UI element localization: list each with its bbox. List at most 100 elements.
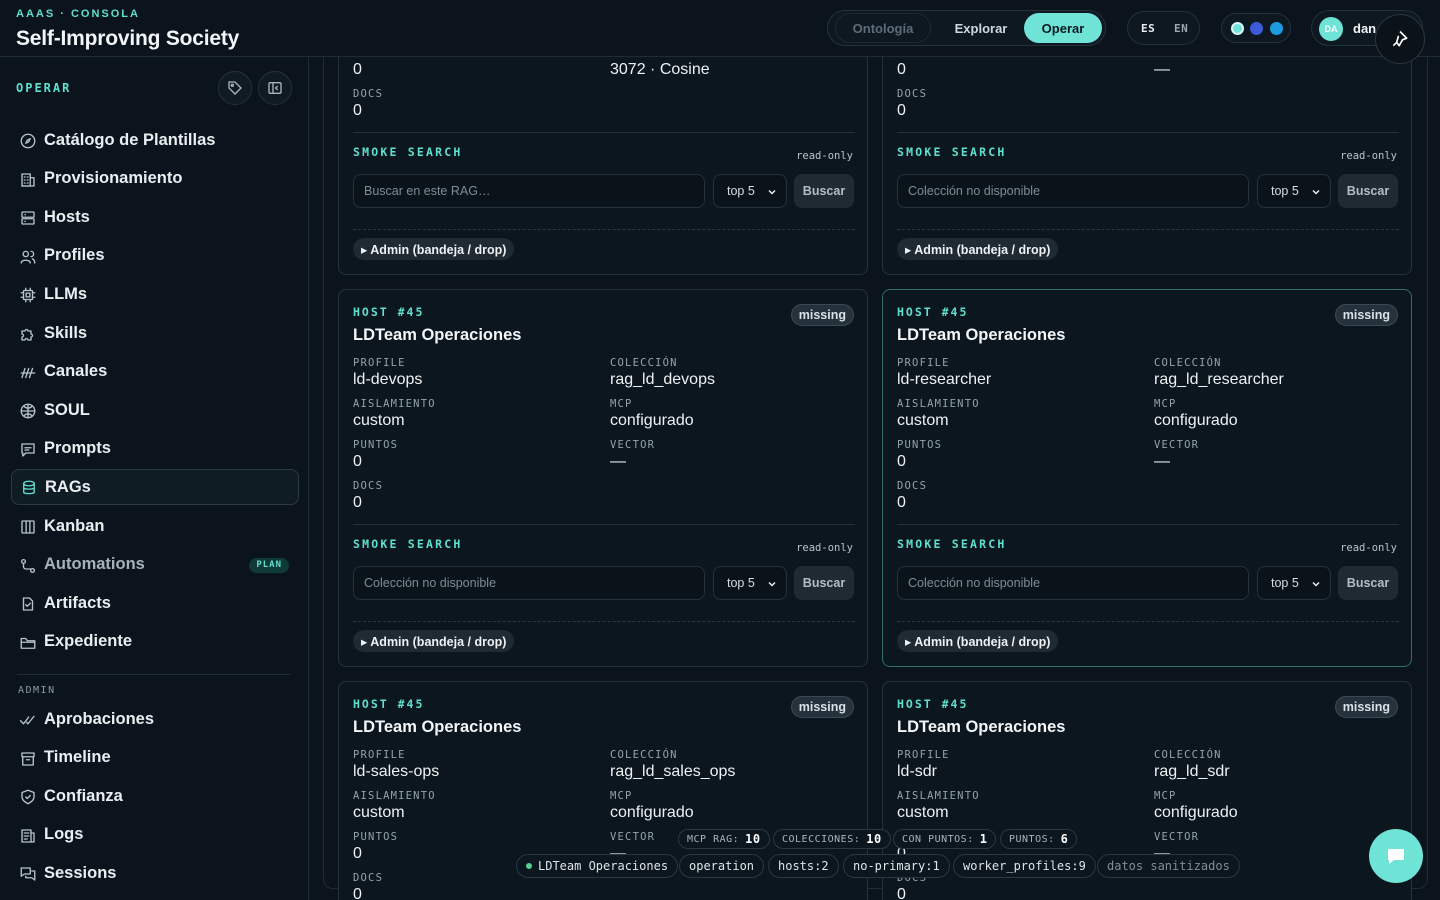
theme-switcher: [1221, 13, 1291, 43]
search-input[interactable]: Buscar en este RAG…: [353, 174, 705, 208]
sidebar-item-timeline[interactable]: Timeline: [11, 740, 299, 776]
sidebar-item-cat-logo-de-plantillas[interactable]: Catálogo de Plantillas: [11, 122, 299, 158]
field-label: VECTOR: [1154, 831, 1200, 843]
sidebar-item-label: Confianza: [44, 786, 123, 805]
context-tag: datos sanitizados: [1097, 854, 1240, 878]
sidebar-item-skills[interactable]: Skills: [11, 315, 299, 351]
docs-value: 0: [353, 494, 362, 511]
sidebar-item-expediente[interactable]: Expediente: [11, 624, 299, 660]
sidebar-item-llms[interactable]: LLMs: [11, 276, 299, 312]
mode-operar[interactable]: Operar: [1024, 13, 1102, 43]
search-button[interactable]: Buscar: [1338, 174, 1398, 208]
smoke-search-title: SMOKE SEARCH: [897, 537, 1007, 551]
sidebar-title: OPERAR: [16, 81, 72, 95]
field-label: COLECCIÓN: [1154, 749, 1222, 761]
sidebar-item-canales[interactable]: Canales: [11, 354, 299, 390]
sidebar-item-confianza[interactable]: Confianza: [11, 778, 299, 814]
sidebar-item-label: Canales: [44, 362, 108, 381]
admin-drop-toggle[interactable]: ▸ Admin (bandeja / drop): [353, 238, 515, 260]
topk-select[interactable]: top 5: [713, 174, 787, 208]
field-label: COLECCIÓN: [1154, 357, 1222, 369]
shield-icon: [21, 789, 35, 805]
topk-select[interactable]: top 5: [1257, 174, 1331, 208]
field-label: AISLAMIENTO: [897, 398, 980, 410]
context-tag: hosts:2: [768, 854, 839, 878]
compass-icon: [20, 133, 36, 149]
admin-drop-toggle[interactable]: ▸ Admin (bandeja / drop): [897, 238, 1059, 260]
profile-value: ld-sdr: [897, 763, 938, 780]
pin-icon: [1392, 30, 1408, 47]
search-button[interactable]: Buscar: [794, 566, 854, 600]
field-value: 0: [897, 102, 906, 119]
admin-drop-toggle[interactable]: ▸ Admin (bandeja / drop): [897, 630, 1059, 652]
profile-value: ld-sales-ops: [353, 763, 440, 780]
topk-select[interactable]: top 5: [1257, 566, 1331, 600]
search-input[interactable]: Colección no disponible: [897, 566, 1249, 600]
top-bar: AAAS · CONSOLA Self-Improving Society On…: [0, 0, 1440, 57]
profile-value: ld-researcher: [897, 371, 992, 388]
mode-ontologia[interactable]: Ontología: [835, 13, 931, 43]
read-only-badge: read-only: [1340, 542, 1397, 554]
isolation-value: custom: [353, 412, 405, 429]
admin-section-title: ADMIN: [18, 685, 56, 696]
sidebar-item-hosts[interactable]: Hosts: [11, 199, 299, 235]
search-input[interactable]: Colección no disponible: [897, 174, 1249, 208]
theme-dot-teal[interactable]: [1231, 22, 1244, 35]
theme-dot-blue[interactable]: [1250, 22, 1263, 35]
sidebar-item-kanban[interactable]: Kanban: [11, 508, 299, 544]
chat-icon: [20, 867, 36, 881]
context-tag: operation: [679, 854, 765, 878]
stat-value: 10: [866, 832, 882, 846]
sidebar-item-logs[interactable]: Logs: [11, 817, 299, 853]
pin-button[interactable]: [1375, 14, 1425, 64]
collapse-sidebar-button[interactable]: [258, 71, 292, 105]
lang-en[interactable]: EN: [1174, 22, 1188, 35]
field-label: PUNTOS: [897, 439, 943, 451]
sidebar-item-artifacts[interactable]: Artifacts: [11, 585, 299, 621]
status-badge: missing: [1334, 696, 1398, 718]
field-label: AISLAMIENTO: [353, 398, 436, 410]
soul-icon: [20, 403, 36, 419]
field-label: VECTOR: [610, 439, 656, 451]
topk-select[interactable]: top 5: [713, 566, 787, 600]
field-label: MCP: [1154, 398, 1177, 410]
isolation-value: custom: [353, 804, 405, 821]
search-button[interactable]: Buscar: [794, 174, 854, 208]
sidebar-divider: [17, 674, 291, 675]
sidebar: OPERAR Catálogo de Plantillas Provisionam…: [0, 57, 309, 900]
sidebar-item-soul[interactable]: SOUL: [11, 392, 299, 428]
theme-dot-sky[interactable]: [1270, 22, 1283, 35]
field-label: MCP: [610, 790, 633, 802]
main-content: 0 3072 · Cosine DOCS 0 SMOKE SEARCH read…: [310, 57, 1440, 900]
mode-switcher: Ontología Explorar Operar: [827, 10, 1106, 46]
lang-es[interactable]: ES: [1141, 22, 1155, 35]
field-label: DOCS: [353, 872, 384, 884]
sidebar-item-automations[interactable]: Automations PLAN: [11, 547, 299, 583]
stat-value: 1: [979, 832, 988, 846]
admin-drop-toggle[interactable]: ▸ Admin (bandeja / drop): [353, 630, 515, 652]
search-button[interactable]: Buscar: [1338, 566, 1398, 600]
smoke-search-title: SMOKE SEARCH: [897, 145, 1007, 159]
sidebar-item-rags[interactable]: RAGs: [11, 469, 299, 506]
sidebar-item-sessions[interactable]: Sessions: [11, 855, 299, 891]
chat-button[interactable]: [1369, 829, 1423, 883]
status-dot: [526, 863, 532, 869]
mcp-value: configurado: [1154, 412, 1238, 429]
mcp-value: configurado: [1154, 804, 1238, 821]
sidebar-item-profiles[interactable]: Profiles: [11, 238, 299, 274]
mcp-value: configurado: [610, 804, 694, 821]
mode-explorar[interactable]: Explorar: [938, 13, 1024, 43]
artifact-icon: [22, 597, 34, 611]
sidebar-item-prompts[interactable]: Prompts: [11, 431, 299, 467]
stat-value: 6: [1060, 832, 1069, 846]
sidebar-item-provisionamiento[interactable]: Provisionamiento: [11, 161, 299, 197]
tag-button[interactable]: [218, 71, 252, 105]
sidebar-item-aprobaciones[interactable]: Aprobaciones: [11, 701, 299, 737]
context-tag: no-primary:1: [843, 854, 950, 878]
search-input[interactable]: Colección no disponible: [353, 566, 705, 600]
dashed-divider: [897, 229, 1399, 230]
sidebar-item-label: Prompts: [44, 439, 111, 458]
divider: [353, 524, 855, 525]
sidebar-item-label: Provisionamiento: [44, 169, 183, 188]
card-title: LDTeam Operaciones: [897, 326, 1066, 344]
